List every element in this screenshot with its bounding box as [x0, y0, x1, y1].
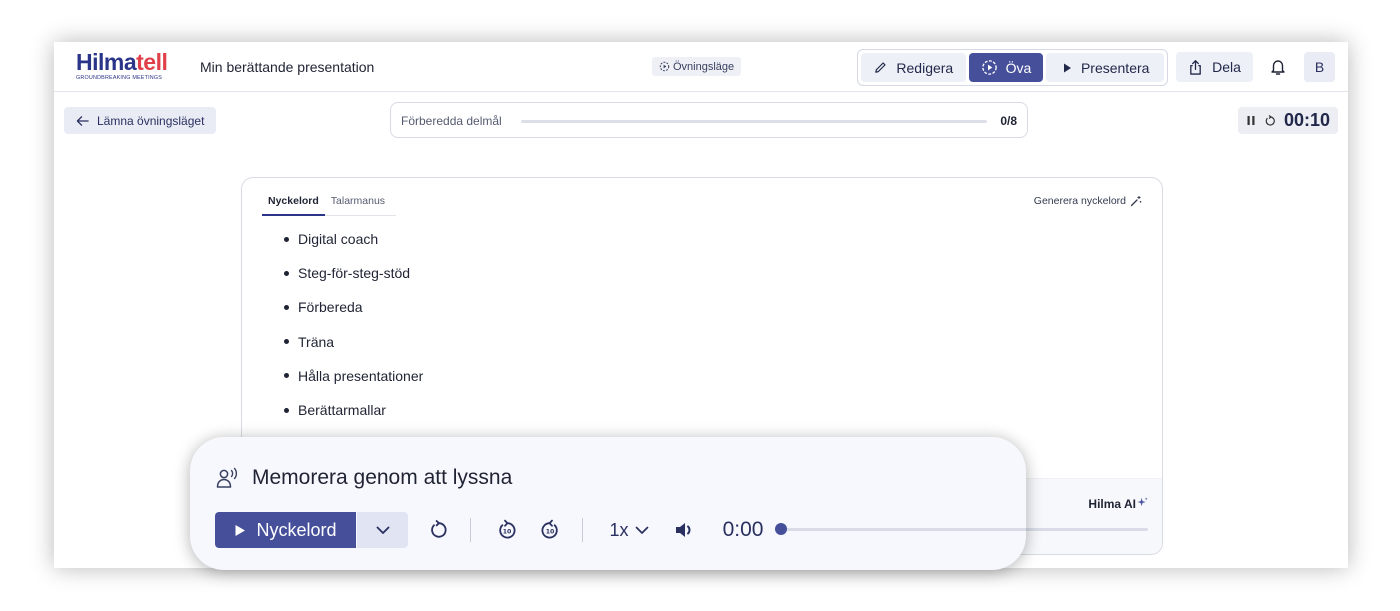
chevron-down-icon: [376, 526, 389, 534]
bullet: [284, 407, 289, 413]
practice-icon: [981, 60, 997, 75]
control-divider: [582, 518, 583, 542]
generate-keywords-label: Generera nyckelord: [1033, 195, 1126, 207]
document-title: Min berättande presentation: [200, 59, 375, 75]
share-label: Dela: [1212, 59, 1241, 75]
present-mode-label: Presentera: [1080, 59, 1150, 76]
progress-count: 0/8: [1000, 114, 1017, 128]
tab-speaker-script[interactable]: Talarmanus: [325, 192, 391, 216]
logo-tagline: GROUNDBREAKING MEETINGS: [76, 75, 163, 81]
keyword-text: Hålla presentationer: [298, 367, 424, 384]
keyword-text: Berättarmallar: [298, 402, 386, 419]
arrow-left-icon: [76, 115, 89, 126]
notification-bell-icon[interactable]: [1269, 57, 1287, 77]
magic-wand-icon: [1130, 196, 1142, 207]
hilma-ai-button[interactable]: Hilma AI: [1088, 497, 1148, 511]
play-options-dropdown[interactable]: [357, 512, 408, 548]
listen-panel-header: Memorera genom att lyssna: [216, 466, 512, 490]
milestone-progress: Förberedda delmål 0/8: [390, 102, 1028, 138]
progress-track: [521, 120, 987, 123]
play-split-button: Nyckelord: [215, 512, 408, 548]
logo-part-2: tell: [136, 49, 168, 75]
practice-mode-icon: [659, 61, 670, 72]
play-icon: [235, 524, 246, 536]
mode-switcher: Redigera Öva Presentera: [857, 49, 1168, 86]
control-divider: [470, 518, 471, 542]
list-item: Steg-för-steg-stöd: [284, 256, 423, 290]
mode-badge-label: Övningsläge: [673, 60, 735, 73]
list-item: Träna: [284, 325, 423, 359]
practice-mode-button[interactable]: Öva: [968, 53, 1044, 82]
seek-bar[interactable]: [783, 528, 1026, 531]
pencil-icon: [875, 62, 887, 73]
playback-speed-select[interactable]: 1x: [607, 517, 651, 543]
skip-back-seconds: 10: [503, 528, 512, 535]
list-item: Digital coach: [284, 222, 423, 256]
leave-practice-label: Lämna övningsläget: [97, 113, 205, 128]
present-mode-button[interactable]: Presentera: [1046, 53, 1164, 82]
practice-timer: 00:10: [1238, 107, 1338, 134]
skip-back-button[interactable]: 10: [494, 517, 520, 543]
chevron-down-icon: [635, 526, 648, 534]
listen-panel-title: Memorera genom att lyssna: [252, 466, 513, 489]
bullet: [284, 236, 289, 242]
hilmatell-logo[interactable]: Hilmatell GROUNDBREAKING MEETINGS: [76, 49, 180, 82]
top-bar: Hilmatell GROUNDBREAKING MEETINGS Min be…: [54, 42, 1348, 92]
edit-mode-button[interactable]: Redigera: [861, 53, 966, 82]
notes-tabs: Nyckelord Talarmanus: [262, 192, 396, 216]
list-item: Förbereda: [284, 290, 423, 324]
play-keywords-label: Nyckelord: [256, 519, 337, 540]
keyword-list: Digital coach Steg-för-steg-stöd Förbere…: [284, 222, 423, 427]
keyword-text: Digital coach: [298, 231, 379, 248]
keyword-text: Träna: [298, 333, 335, 350]
generate-keywords-button[interactable]: Generera nyckelord: [1034, 195, 1142, 207]
practice-mode-badge: Övningsläge: [652, 57, 742, 76]
skip-forward-button[interactable]: 10: [537, 517, 563, 543]
speaking-person-icon: [216, 467, 238, 488]
replay-button[interactable]: [426, 517, 450, 543]
volume-button[interactable]: [672, 517, 698, 543]
pause-icon[interactable]: [1246, 115, 1256, 126]
hilma-ai-label: Hilma AI: [1088, 497, 1136, 511]
bullet: [284, 304, 289, 310]
edit-mode-label: Redigera: [896, 59, 954, 76]
seek-handle[interactable]: [775, 523, 787, 535]
reset-timer-icon[interactable]: [1264, 114, 1276, 127]
logo-part-1: Hilma: [76, 49, 137, 75]
play-icon: [1063, 63, 1071, 72]
progress-label: Förberedda delmål: [401, 114, 502, 128]
playback-time: 0:00: [722, 518, 764, 541]
replay-icon: [431, 520, 447, 538]
practice-mode-label: Öva: [1005, 59, 1032, 76]
skip-forward-10-icon: 10: [541, 519, 558, 539]
skip-back-10-icon: 10: [499, 519, 516, 539]
bullet: [284, 373, 289, 379]
sparkle-icon: [1137, 497, 1148, 507]
play-keywords-button[interactable]: Nyckelord: [215, 512, 356, 548]
keyword-text: Steg-för-steg-stöd: [298, 265, 411, 282]
leave-practice-button[interactable]: Lämna övningsläget: [64, 107, 217, 134]
bullet: [284, 339, 289, 345]
share-button[interactable]: Dela: [1176, 52, 1253, 82]
playback-speed-value: 1x: [609, 519, 629, 540]
share-icon: [1190, 59, 1201, 75]
skip-forward-seconds: 10: [546, 528, 555, 535]
listen-panel: Memorera genom att lyssna Nyckelord 10 1…: [190, 437, 1026, 570]
volume-icon: [676, 523, 691, 537]
list-item: Hålla presentationer: [284, 359, 423, 393]
logo-wordmark: Hilmatell: [76, 49, 180, 75]
timer-value: 00:10: [1284, 110, 1331, 130]
tab-keywords[interactable]: Nyckelord: [262, 192, 325, 216]
bullet: [284, 270, 289, 276]
keyword-text: Förbereda: [298, 299, 363, 316]
list-item: Berättarmallar: [284, 393, 423, 427]
user-avatar[interactable]: B: [1304, 52, 1335, 82]
